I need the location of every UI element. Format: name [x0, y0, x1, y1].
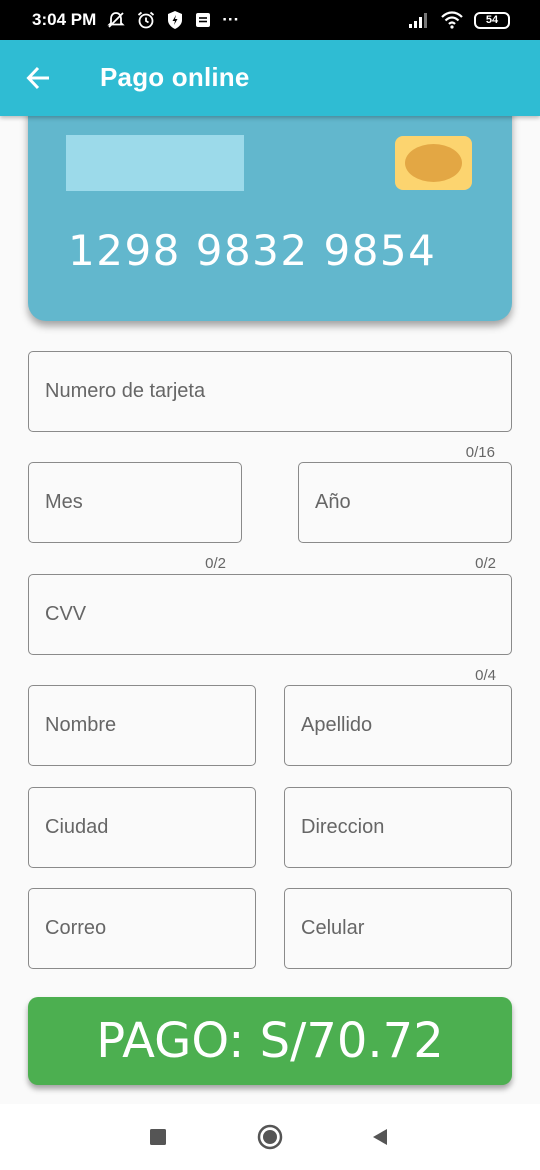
month-counter: 0/2 [205, 555, 226, 572]
system-nav-bar [0, 1104, 540, 1170]
pay-button-label: PAGO: S/70.72 [96, 1013, 444, 1069]
year-field[interactable]: Año [298, 462, 512, 543]
address-field[interactable]: Direccion [284, 787, 512, 868]
month-field[interactable]: Mes [28, 462, 242, 543]
card-chip-icon [395, 136, 472, 190]
cvv-label: CVV [45, 603, 87, 625]
month-label: Mes [45, 491, 83, 513]
message-icon [194, 11, 212, 29]
email-label: Correo [45, 917, 107, 939]
last-name-label: Apellido [301, 714, 373, 736]
card-number-display: 1298 9832 9854 [68, 226, 437, 275]
home-button[interactable] [255, 1122, 285, 1152]
page-title: Pago online [100, 62, 250, 92]
first-name-label: Nombre [45, 714, 117, 736]
app-bar: Pago online [0, 40, 540, 116]
signal-icon [408, 11, 430, 29]
card-chip-inner [405, 144, 462, 182]
last-name-field[interactable]: Apellido [284, 685, 512, 766]
card-number-field[interactable]: Numero de tarjeta [28, 351, 512, 432]
year-label: Año [315, 491, 351, 513]
city-field[interactable]: Ciudad [28, 787, 256, 868]
card-number-counter: 0/16 [465, 444, 495, 461]
card-number-label: Numero de tarjeta [45, 380, 206, 402]
back-button[interactable] [22, 60, 56, 96]
status-left: 3:04 PM ··· [32, 10, 239, 30]
battery-icon: 54 [474, 11, 510, 29]
status-bar: 3:04 PM ··· 54 [0, 0, 540, 40]
more-notifications-icon: ··· [222, 10, 240, 29]
alarm-icon [136, 10, 156, 30]
triangle-back-icon [373, 1129, 387, 1145]
square-icon [150, 1129, 166, 1145]
battery-level: 54 [485, 14, 499, 26]
phone-label: Celular [301, 917, 365, 939]
wifi-icon [440, 11, 464, 29]
address-label: Direccion [301, 816, 385, 838]
nav-back-button[interactable] [365, 1122, 395, 1152]
year-counter: 0/2 [475, 555, 496, 572]
email-field[interactable]: Correo [28, 888, 256, 969]
notifications-off-icon [106, 10, 126, 30]
cvv-counter: 0/4 [475, 667, 496, 684]
phone-field[interactable]: Celular [284, 888, 512, 969]
arrow-back-icon [26, 66, 49, 90]
shield-bolt-icon [166, 10, 184, 30]
status-time: 3:04 PM [32, 10, 97, 29]
circle-icon [257, 1124, 283, 1150]
first-name-field[interactable]: Nombre [28, 685, 256, 766]
status-right: 54 [408, 11, 510, 29]
credit-card-preview: 1298 9832 9854 [28, 96, 512, 321]
pay-button[interactable]: PAGO: S/70.72 [28, 997, 512, 1085]
recents-button[interactable] [143, 1122, 173, 1152]
city-label: Ciudad [45, 816, 109, 838]
cvv-field[interactable]: CVV [28, 574, 512, 655]
card-stripe [66, 135, 244, 191]
